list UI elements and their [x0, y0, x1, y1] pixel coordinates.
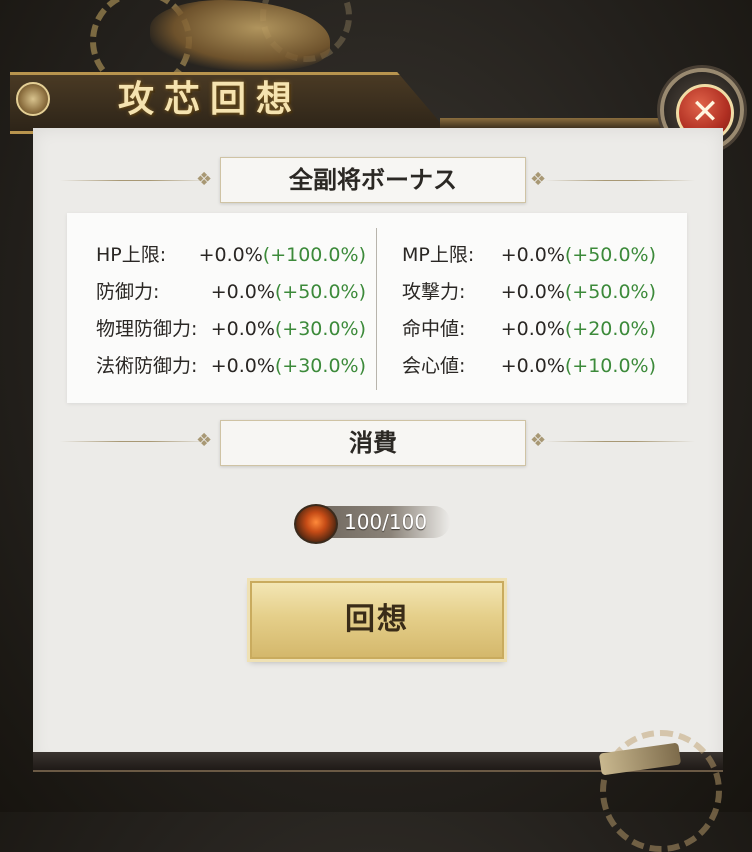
stat-bonus: (+30.0%) [274, 355, 366, 377]
stat-row-physical-defense: 物理防御力: +0.0%(+30.0%) [96, 314, 366, 344]
stat-row-critical: 会心値: +0.0%(+10.0%) [402, 351, 656, 381]
stat-bonus: (+50.0%) [274, 281, 366, 303]
stat-current: +0.0% [210, 318, 275, 340]
stat-bonus: (+10.0%) [564, 355, 656, 377]
stat-current: +0.0% [500, 244, 565, 266]
stat-bonus: (+20.0%) [564, 318, 656, 340]
ornament-icon: ❖ [530, 430, 547, 451]
stat-label: 法術防御力: [96, 355, 198, 377]
ornament-icon: ❖ [530, 169, 547, 190]
stat-row-accuracy: 命中値: +0.0%(+20.0%) [402, 314, 656, 344]
divider-line [60, 180, 210, 181]
stat-current: +0.0% [500, 355, 565, 377]
stat-current: +0.0% [210, 281, 275, 303]
stat-label: HP上限: [96, 244, 167, 266]
ornament-icon: ❖ [196, 430, 213, 451]
stats-divider [376, 228, 377, 390]
stat-label: 攻撃力: [402, 281, 466, 303]
stat-bonus: (+30.0%) [274, 318, 366, 340]
page-title: 攻芯回想 [118, 78, 303, 120]
stat-current: +0.0% [500, 281, 565, 303]
stat-bonus: (+50.0%) [564, 244, 656, 266]
cost-amount: 100/100 [344, 510, 428, 534]
lantern-icon [294, 504, 338, 544]
stat-row-mp: MP上限: +0.0%(+50.0%) [402, 240, 656, 270]
ornament-icon: ❖ [196, 169, 213, 190]
stat-label: 物理防御力: [96, 318, 198, 340]
stat-row-magic-defense: 法術防御力: +0.0%(+30.0%) [96, 351, 366, 381]
divider-line [60, 441, 210, 442]
stat-label: 命中値: [402, 318, 466, 340]
stat-row-defense: 防御力: +0.0%(+50.0%) [96, 277, 366, 307]
stat-bonus: (+100.0%) [262, 244, 366, 266]
stat-current: +0.0% [210, 355, 275, 377]
stat-row-hp: HP上限: +0.0%(+100.0%) [96, 240, 366, 270]
stat-label: 会心値: [402, 355, 466, 377]
bonus-section-title: 全副将ボーナス [220, 157, 526, 203]
stat-current: +0.0% [198, 244, 263, 266]
cost-section-title: 消費 [220, 420, 526, 466]
divider-line [545, 180, 695, 181]
stat-current: +0.0% [500, 318, 565, 340]
stat-row-attack: 攻撃力: +0.0%(+50.0%) [402, 277, 656, 307]
banner-rail [440, 118, 670, 128]
divider-line [545, 441, 695, 442]
knob-icon [16, 82, 50, 116]
recollect-button[interactable]: 回想 [250, 581, 504, 659]
stat-label: 防御力: [96, 281, 160, 303]
stat-label: MP上限: [402, 244, 475, 266]
stat-bonus: (+50.0%) [564, 281, 656, 303]
